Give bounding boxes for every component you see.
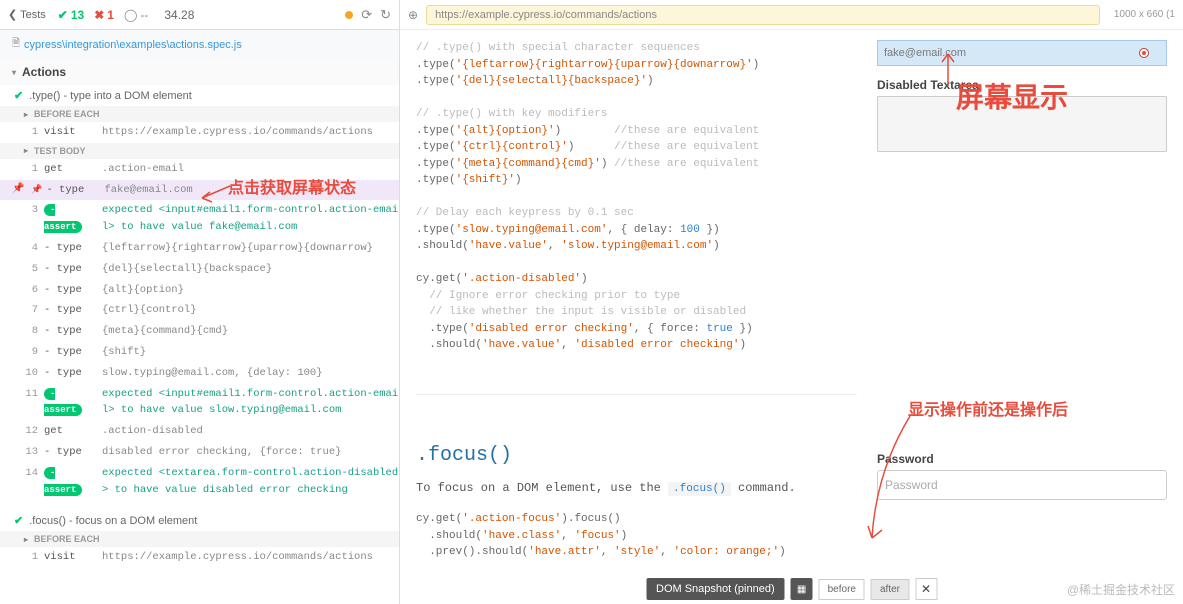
snapshot-label: DOM Snapshot (pinned)	[646, 578, 785, 600]
email-input-preview[interactable]: fake@email.com	[877, 40, 1167, 66]
header-bar: ❮ Tests ✔ 13 ✖ 1 ◯ -- 34.28 ⟳ ↻	[0, 0, 399, 30]
command-row[interactable]: 📌- typefake@email.com	[0, 180, 399, 201]
password-input-preview[interactable]: Password	[877, 470, 1167, 500]
back-button[interactable]: ❮ Tests	[8, 8, 46, 21]
code-line: // Delay each keypress by 0.1 sec	[416, 205, 857, 222]
command-row[interactable]: 4- type{leftarrow}{rightarrow}{uparrow}{…	[0, 238, 399, 259]
command-row[interactable]: 1 visit https://example.cypress.io/comma…	[0, 122, 399, 143]
status-dot-icon	[345, 11, 353, 19]
code-line: .type('slow.typing@email.com', { delay: …	[416, 222, 857, 239]
restart-icon[interactable]: ↻	[380, 7, 391, 23]
file-icon: 🗎	[12, 36, 20, 53]
caret-icon[interactable]: ▸	[24, 535, 28, 544]
selector-playground-icon[interactable]: ⊕	[408, 8, 418, 22]
close-snapshot-button[interactable]: ✕	[915, 578, 937, 600]
code-line: .type('{ctrl}{control}') //these are equ…	[416, 139, 857, 156]
command-row[interactable]: 5- type{del}{selectall}{backspace}	[0, 259, 399, 280]
code-line: .type('{meta}{command}{cmd}') //these ar…	[416, 156, 857, 173]
code-line: .should('have.value', 'disabled error ch…	[416, 337, 857, 354]
command-row[interactable]: 6- type{alt}{option}	[0, 280, 399, 301]
test-row[interactable]: ✔ .focus() - focus on a DOM element	[0, 510, 399, 531]
assert-badge: - assert	[44, 467, 82, 496]
code-line	[416, 90, 857, 107]
code-line: .type('disabled error checking', { force…	[416, 321, 857, 338]
before-each-label: ▸ BEFORE EACH	[0, 106, 399, 122]
url-bar: ⊕ https://example.cypress.io/commands/ac…	[400, 0, 1183, 30]
after-button[interactable]: after	[871, 579, 909, 600]
test-row[interactable]: ✔ .type() - type into a DOM element	[0, 85, 399, 106]
suite-title[interactable]: ▾ Actions	[0, 59, 399, 85]
preview-column: fake@email.com Disabled Textarea Passwor…	[877, 40, 1167, 594]
command-row[interactable]: 8- type{meta}{command}{cmd}	[0, 321, 399, 342]
check-icon: ✔	[14, 514, 23, 527]
spec-file-path[interactable]: 🗎 cypress\integration\examples\actions.s…	[0, 30, 399, 59]
focus-heading: .focus()	[416, 441, 857, 471]
disabled-textarea-label: Disabled Textarea	[877, 78, 1167, 92]
snapshot-bar: DOM Snapshot (pinned) ▦ before after ✕	[646, 578, 937, 600]
code-line: .type('{shift}')	[416, 172, 857, 189]
reload-icon[interactable]: ⟳	[361, 7, 372, 23]
inline-code: .focus()	[668, 482, 731, 496]
code-line: // like whether the input is visible or …	[416, 304, 857, 321]
command-row[interactable]: 3- assertexpected <input#email1.form-con…	[0, 200, 399, 238]
command-row[interactable]: 9- type{shift}	[0, 342, 399, 363]
url-display[interactable]: https://example.cypress.io/commands/acti…	[426, 5, 1100, 25]
code-example: // .type() with special character sequen…	[416, 40, 857, 594]
caret-icon[interactable]: ▸	[24, 110, 28, 119]
command-row[interactable]: 11- assertexpected <input#email1.form-co…	[0, 384, 399, 422]
command-row[interactable]: 12get.action-disabled	[0, 421, 399, 442]
watermark: @稀土掘金技术社区	[1067, 581, 1175, 598]
code-line: .type('{del}{selectall}{backspace}')	[416, 73, 857, 90]
code-line: .prev().should('have.attr', 'style', 'co…	[416, 544, 857, 561]
code-line: // .type() with key modifiers	[416, 106, 857, 123]
fail-count: ✖ 1	[94, 8, 114, 22]
code-line: .should('have.class', 'focus')	[416, 528, 857, 545]
password-label: Password	[877, 452, 1167, 466]
command-row[interactable]: 13- typedisabled error checking, {force:…	[0, 442, 399, 463]
assert-badge: - assert	[44, 204, 82, 233]
highlight-dot-icon	[1140, 49, 1148, 57]
app-preview-panel: ⊕ https://example.cypress.io/commands/ac…	[400, 0, 1183, 604]
command-row[interactable]: 7- type{ctrl}{control}	[0, 300, 399, 321]
code-line: .should('have.value', 'slow.typing@email…	[416, 238, 857, 255]
code-line: // Ignore error checking prior to type	[416, 288, 857, 305]
code-line: cy.get('.action-focus').focus()	[416, 511, 857, 528]
before-button[interactable]: before	[819, 579, 865, 600]
code-line: cy.get('.action-disabled')	[416, 271, 857, 288]
command-row[interactable]: 14- assertexpected <textarea.form-contro…	[0, 463, 399, 501]
command-row[interactable]: 1get.action-email	[0, 159, 399, 180]
code-line	[416, 189, 857, 206]
check-icon: ✔	[14, 89, 23, 102]
command-log-panel: ❮ Tests ✔ 13 ✖ 1 ◯ -- 34.28 ⟳ ↻ 🗎 cypres…	[0, 0, 400, 604]
before-each-label: ▸ BEFORE EACH	[0, 531, 399, 547]
file-path-text: cypress\integration\examples\actions.spe…	[24, 39, 242, 51]
focus-description: To focus on a DOM element, use the .focu…	[416, 479, 857, 498]
command-row[interactable]: 1 visit https://example.cypress.io/comma…	[0, 547, 399, 568]
pass-count: ✔ 13	[58, 8, 84, 22]
duration: 34.28	[164, 8, 194, 22]
disabled-textarea-preview	[877, 96, 1167, 152]
caret-icon[interactable]: ▾	[12, 68, 16, 77]
viewport-dims: 1000 x 660 (1	[1114, 9, 1175, 20]
code-line: // .type() with special character sequen…	[416, 40, 857, 57]
snapshot-highlight-icon[interactable]: ▦	[791, 578, 813, 600]
test-body-label: ▸ TEST BODY	[0, 143, 399, 159]
pin-icon: 📌	[12, 182, 24, 198]
pending-count: ◯ --	[124, 8, 148, 22]
code-line: .type('{leftarrow}{rightarrow}{uparrow}{…	[416, 57, 857, 74]
code-line: .type('{alt}{option}') //these are equiv…	[416, 123, 857, 140]
code-line	[416, 255, 857, 272]
assert-badge: - assert	[44, 388, 82, 417]
caret-icon[interactable]: ▸	[24, 146, 28, 155]
command-row[interactable]: 10- typeslow.typing@email.com, {delay: 1…	[0, 363, 399, 384]
